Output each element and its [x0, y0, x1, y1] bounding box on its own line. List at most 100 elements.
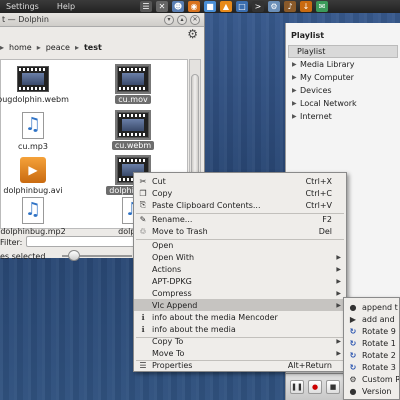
file-name: cu.webm: [111, 141, 155, 150]
menu-item-shortcut: Ctrl+V: [305, 200, 332, 210]
vlc-item-label: My Computer: [300, 73, 354, 82]
menu-item-properties[interactable]: ☰ Properties Alt+Return: [134, 359, 346, 371]
dolphin-titlebar[interactable]: t — Dolphin ▾ ▴ ✕: [0, 13, 204, 27]
stop-icon[interactable]: ■: [326, 380, 340, 394]
rotate-icon: ↻: [349, 338, 357, 348]
file-item[interactable]: ♫ cu.mp3: [0, 112, 73, 151]
vlc-item-devices[interactable]: ▶ Devices: [286, 84, 400, 97]
menu-item-open[interactable]: Open: [134, 239, 346, 251]
chevron-right-icon: ▶: [336, 265, 341, 273]
file-item[interactable]: bugdolphin.webm: [0, 66, 73, 104]
submenu-item-append[interactable]: ● append t: [344, 301, 399, 313]
file-item[interactable]: ▶ dolphinbug.avi: [0, 157, 73, 195]
vlc-icon[interactable]: ▲: [220, 1, 232, 12]
scrollbar-thumb[interactable]: [191, 74, 199, 184]
terminal-icon[interactable]: >: [252, 1, 264, 12]
menu-item-label: Open With: [152, 252, 195, 262]
menu-item-paste[interactable]: ⎘ Paste Clipboard Contents... Ctrl+V: [134, 199, 346, 211]
chat-icon[interactable]: ✉: [316, 1, 328, 12]
file-item[interactable]: ♫ dolphinbug.mp2: [0, 197, 73, 236]
close-icon[interactable]: ✕: [156, 1, 168, 12]
files-icon[interactable]: □: [236, 1, 248, 12]
breadcrumb: ▸ home ▸ peace ▸ test: [0, 39, 205, 55]
chevron-right-icon: ▸: [74, 42, 79, 52]
submenu-item-rotate-180[interactable]: ↻ Rotate 1: [344, 337, 399, 349]
menu-item-copy-to[interactable]: Copy To ▶: [134, 335, 346, 347]
firefox-icon[interactable]: ◉: [188, 1, 200, 12]
close-icon[interactable]: ✕: [190, 15, 200, 25]
system-icon[interactable]: ⚙: [268, 1, 280, 12]
pause-icon[interactable]: ❚❚: [290, 380, 304, 394]
menu-item-label: Paste Clipboard Contents...: [152, 200, 261, 210]
submenu-item-rotate-3[interactable]: ↻ Rotate 3: [344, 361, 399, 373]
file-item[interactable]: cu.mov: [93, 64, 173, 104]
chevron-right-icon: ▶: [292, 61, 297, 68]
submenu-item-label: Rotate 2: [362, 350, 396, 360]
vlc-playlist-header: Playlist: [291, 31, 325, 40]
menu-item-info-mencoder[interactable]: ℹ info about the media Mencoder: [134, 311, 346, 323]
context-menu: ✂ Cut Ctrl+X ❐ Copy Ctrl+C ⎘ Paste Clipb…: [133, 172, 347, 372]
submenu-item-custom-rotate[interactable]: ⚙ Custom R: [344, 373, 399, 385]
file-item[interactable]: cu.webm: [93, 110, 173, 150]
properties-icon: ☰: [139, 360, 147, 370]
menu-item-info-media[interactable]: ℹ info about the media: [134, 323, 346, 335]
vlc-item-playlist[interactable]: Playlist: [288, 45, 398, 58]
submenu-item-version[interactable]: ● Version: [344, 385, 399, 397]
menu-item-open-with[interactable]: Open With ▶: [134, 251, 346, 263]
rotate-icon: ↻: [349, 362, 357, 372]
menu-item-move-to-trash[interactable]: ♲ Move to Trash Del: [134, 225, 346, 237]
minimize-icon[interactable]: ▾: [164, 15, 174, 25]
audio-file-icon: ♫: [22, 197, 44, 224]
media-icon[interactable]: ♪: [284, 1, 296, 12]
maximize-icon[interactable]: ▴: [177, 15, 187, 25]
menu-item-shortcut: Ctrl+C: [305, 188, 332, 198]
menu-item-label: Open: [152, 240, 174, 250]
submenu-item-add-and-play[interactable]: ▶ add and: [344, 313, 399, 325]
menu-item-label: Actions: [152, 264, 182, 274]
submenu-item-rotate-270[interactable]: ↻ Rotate 2: [344, 349, 399, 361]
menu-item-cut[interactable]: ✂ Cut Ctrl+X: [134, 175, 346, 187]
zoom-slider-handle[interactable]: [68, 250, 80, 261]
chevron-right-icon: ▶: [292, 113, 297, 120]
menu-item-move-to[interactable]: Move To ▶: [134, 347, 346, 359]
vlc-item-label: Local Network: [300, 99, 357, 108]
breadcrumb-test[interactable]: test: [84, 43, 102, 52]
submenu-item-label: Rotate 3: [362, 362, 396, 372]
info-icon: ℹ: [141, 324, 145, 334]
menu-item-shortcut: Del: [318, 226, 332, 236]
video-thumbnail: [115, 64, 151, 94]
menu-item-label: Cut: [152, 176, 166, 186]
menu-item-vlc-append[interactable]: Vlc Append ▶: [134, 299, 346, 311]
rotate-icon: ↻: [349, 350, 357, 360]
vlc-item-media-library[interactable]: ▶ Media Library: [286, 58, 400, 71]
submenu-item-label: Version: [362, 386, 392, 396]
breadcrumb-peace[interactable]: peace: [46, 43, 70, 52]
menu-item-shortcut: Alt+Return: [287, 360, 332, 370]
record-icon[interactable]: ●: [308, 380, 322, 394]
menu-icon[interactable]: ☰: [140, 1, 152, 12]
file-name: bugdolphin.webm: [0, 95, 69, 104]
window-title: t — Dolphin: [2, 15, 49, 24]
menu-item-compress[interactable]: Compress ▶: [134, 287, 346, 299]
app-icon[interactable]: ■: [204, 1, 216, 12]
chevron-right-icon: ▶: [336, 337, 341, 345]
menu-item-apt-dpkg[interactable]: APT-DPKG ▶: [134, 275, 346, 287]
download-icon[interactable]: ↓: [300, 1, 312, 12]
menu-item-copy[interactable]: ❐ Copy Ctrl+C: [134, 187, 346, 199]
submenu-item-rotate-90[interactable]: ↻ Rotate 9: [344, 325, 399, 337]
submenu-item-label: Rotate 1: [362, 338, 396, 348]
menu-item-label: Vlc Append: [152, 300, 198, 310]
vlc-item-my-computer[interactable]: ▶ My Computer: [286, 71, 400, 84]
breadcrumb-home[interactable]: home: [9, 43, 32, 52]
menu-help[interactable]: Help: [57, 2, 75, 11]
vlc-item-local-network[interactable]: ▶ Local Network: [286, 97, 400, 110]
menu-item-actions[interactable]: Actions ▶: [134, 263, 346, 275]
menu-item-rename[interactable]: ✎ Rename... F2: [134, 213, 346, 225]
menu-item-label: Copy: [152, 188, 173, 198]
vlc-item-internet[interactable]: ▶ Internet: [286, 110, 400, 123]
user-icon[interactable]: ☻: [172, 1, 184, 12]
menu-settings[interactable]: Settings: [6, 2, 39, 11]
menu-item-label: Move to Trash: [152, 226, 208, 236]
vlc-item-label: Playlist: [297, 47, 326, 56]
cut-icon: ✂: [139, 176, 147, 186]
